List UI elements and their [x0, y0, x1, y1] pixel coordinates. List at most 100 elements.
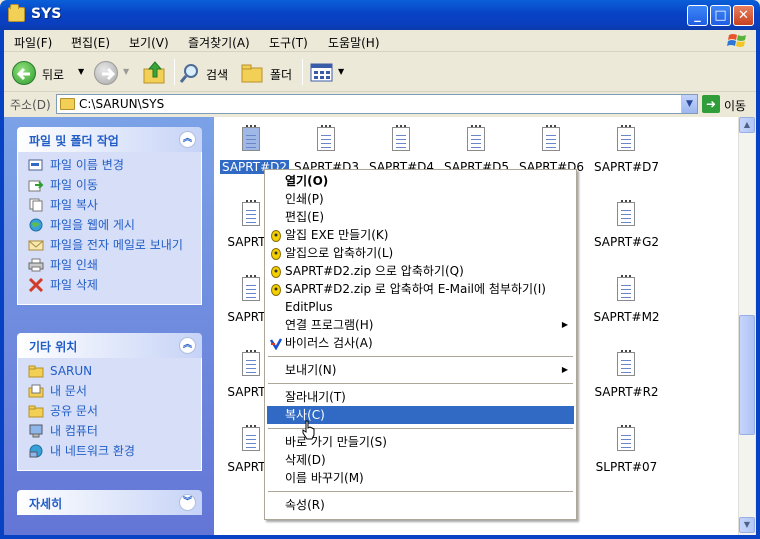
rename-icon	[28, 159, 43, 171]
back-button[interactable]: 뒤로 ▼	[10, 59, 92, 87]
file-item[interactable]: SAPRT#R2	[589, 348, 664, 410]
shared-documents-icon	[28, 405, 44, 418]
context-menu-label: 알집 EXE 만들기(K)	[285, 228, 389, 242]
context-menu-item[interactable]: 잘라내기(T)	[267, 388, 574, 406]
go-arrow-icon[interactable]: ➜	[702, 95, 720, 113]
task-label: 파일 인쇄	[50, 258, 98, 272]
menu-tools[interactable]: 도구(T)	[269, 34, 308, 51]
context-menu-item[interactable]: 알집으로 압축하기(L)	[267, 244, 574, 262]
place-label: 공유 문서	[50, 404, 98, 418]
context-menu-item[interactable]: 보내기(N) ▶	[267, 361, 574, 379]
chevron-down-icon[interactable]: ▼	[78, 67, 84, 76]
chevron-up-icon[interactable]: ︽	[179, 337, 196, 354]
file-name: SAPRT#R2	[594, 385, 659, 399]
menu-help[interactable]: 도움말(H)	[328, 34, 380, 51]
task-label: 파일 복사	[50, 198, 98, 212]
chevron-down-icon[interactable]: ▼	[123, 67, 129, 76]
place-label: 내 컴퓨터	[50, 424, 98, 438]
context-menu-item[interactable]: 속성(R)	[267, 496, 574, 514]
text-file-icon	[617, 275, 635, 301]
forward-button[interactable]: ▼	[92, 59, 132, 87]
chevron-down-icon[interactable]: ▼	[338, 67, 344, 76]
address-input[interactable]: C:\SARUN\SYS ▼	[56, 94, 698, 114]
toolbar: 뒤로 ▼ ▼ 검색 폴더 ▼	[4, 53, 756, 92]
context-menu-item[interactable]: SAPRT#D2.zip 로 압축하여 E-Mail에 첨부하기(I)	[267, 280, 574, 298]
maximize-button[interactable]: □	[710, 5, 731, 26]
details-header[interactable]: 자세히 ︾	[17, 490, 202, 515]
context-menu-label: 삭제(D)	[285, 453, 326, 467]
scroll-up-button[interactable]: ▲	[739, 117, 755, 133]
task-print-file[interactable]: 파일 인쇄	[28, 258, 201, 272]
text-file-icon	[617, 125, 635, 151]
context-menu-item[interactable]: 인쇄(P)	[267, 190, 574, 208]
context-menu-item[interactable]: 열기(O)	[267, 172, 574, 190]
place-label: 내 네트워크 환경	[50, 444, 135, 458]
title-bar[interactable]: SYS _ □ ✕	[0, 0, 760, 30]
chevron-down-icon[interactable]: ︾	[179, 494, 196, 511]
file-tasks-header[interactable]: 파일 및 폴더 작업 ︽	[17, 127, 202, 152]
views-button[interactable]: ▼	[308, 59, 348, 87]
address-dropdown-button[interactable]: ▼	[681, 95, 697, 113]
back-arrow-icon	[12, 61, 36, 85]
context-menu-item[interactable]: 연결 프로그램(H) ▶	[267, 316, 574, 334]
menu-file[interactable]: 파일(F)	[14, 34, 52, 51]
search-button[interactable]: 검색	[178, 59, 236, 87]
task-email-file[interactable]: 파일을 전자 메일로 보내기	[28, 238, 201, 252]
context-menu-item[interactable]: EditPlus	[267, 298, 574, 316]
task-delete-file[interactable]: 파일 삭제	[28, 278, 201, 292]
task-rename-file[interactable]: 파일 이름 변경	[28, 158, 201, 172]
minimize-button[interactable]: _	[687, 5, 708, 26]
text-file-icon	[242, 425, 260, 451]
task-publish-web[interactable]: 파일을 웹에 게시	[28, 218, 201, 232]
file-item[interactable]: SAPRT#D7	[589, 123, 664, 185]
menu-edit[interactable]: 편집(E)	[71, 34, 110, 51]
menu-view[interactable]: 보기(V)	[129, 34, 169, 51]
move-icon	[28, 180, 44, 192]
menu-separator	[268, 491, 573, 492]
print-icon	[28, 258, 44, 272]
context-menu-label: SAPRT#D2.zip 로 압축하여 E-Mail에 첨부하기(I)	[285, 282, 546, 296]
my-computer-icon	[29, 424, 43, 438]
context-menu-item[interactable]: 이름 바꾸기(M)	[267, 469, 574, 487]
task-copy-file[interactable]: 파일 복사	[28, 198, 201, 212]
place-sarun[interactable]: SARUN	[28, 364, 201, 378]
other-places-header[interactable]: 기타 위치 ︽	[17, 333, 202, 358]
context-menu-item[interactable]: 삭제(D)	[267, 451, 574, 469]
menu-favorites[interactable]: 즐겨찾기(A)	[188, 34, 250, 51]
context-menu-item[interactable]: 알집 EXE 만들기(K)	[267, 226, 574, 244]
context-menu-label: 연결 프로그램(H)	[285, 318, 374, 332]
place-network[interactable]: 내 네트워크 환경	[28, 444, 201, 458]
go-button[interactable]: 이동	[724, 97, 746, 114]
up-folder-button[interactable]	[142, 59, 170, 87]
context-menu-label: 인쇄(P)	[285, 192, 324, 206]
window-frame-bottom	[0, 535, 760, 539]
context-menu-item[interactable]: 편집(E)	[267, 208, 574, 226]
vertical-scrollbar[interactable]: ▲ ▼	[738, 117, 755, 535]
alzip-icon	[270, 229, 282, 242]
file-item[interactable]: SAPRT#G2	[589, 198, 664, 260]
text-file-icon	[542, 125, 560, 151]
close-button[interactable]: ✕	[733, 5, 754, 26]
my-documents-icon	[28, 384, 44, 398]
chevron-up-icon[interactable]: ︽	[179, 131, 196, 148]
mouse-cursor-icon	[302, 420, 315, 440]
task-move-file[interactable]: 파일 이동	[28, 178, 201, 192]
context-menu-label: EditPlus	[285, 300, 333, 314]
file-item[interactable]: SAPRT#M2	[589, 273, 664, 335]
context-menu-item[interactable]: SAPRT#D2.zip 으로 압축하기(Q)	[267, 262, 574, 280]
place-shared-documents[interactable]: 공유 문서	[28, 404, 201, 418]
place-my-documents[interactable]: 내 문서	[28, 384, 201, 398]
text-file-icon	[617, 350, 635, 376]
text-file-icon	[617, 200, 635, 226]
text-file-icon	[617, 425, 635, 451]
scroll-down-button[interactable]: ▼	[739, 517, 755, 533]
other-places-body: SARUN 내 문서 공유 문서 내 컴퓨터 내 네트워크 환경	[17, 358, 202, 471]
other-places-title: 기타 위치	[29, 340, 78, 354]
scroll-thumb[interactable]	[739, 315, 755, 435]
folders-button[interactable]: 폴더	[240, 59, 300, 87]
context-menu-item[interactable]: 바이러스 검사(A)	[267, 334, 574, 352]
place-my-computer[interactable]: 내 컴퓨터	[28, 424, 201, 438]
publish-web-icon	[29, 218, 43, 232]
menu-bar: 파일(F) 편집(E) 보기(V) 즐겨찾기(A) 도구(T) 도움말(H)	[4, 30, 756, 52]
file-item[interactable]: SLPRT#07	[589, 423, 664, 485]
